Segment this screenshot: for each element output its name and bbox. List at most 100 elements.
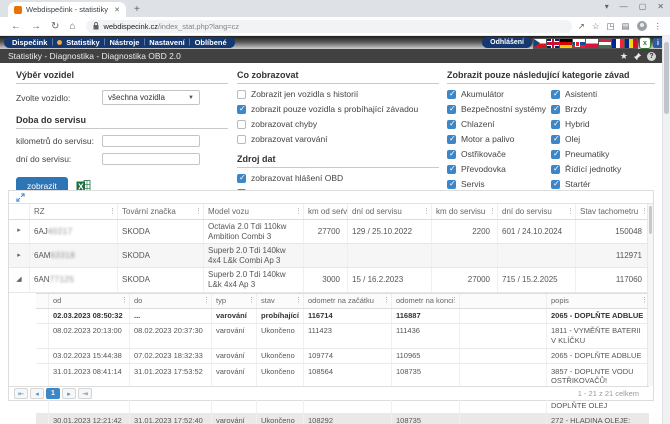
column-menu-icon[interactable]: ⋮ [451, 296, 458, 304]
checkbox-row[interactable]: Akumulátor [447, 89, 551, 99]
expand-grid-icon[interactable] [16, 193, 25, 202]
browser-scrollbar-thumb[interactable] [664, 42, 669, 114]
detail-col-popis[interactable]: popis⋮ [546, 294, 649, 308]
pager-page-1[interactable]: 1 [46, 388, 60, 399]
detail-col-od[interactable]: od⋮ [48, 294, 129, 308]
flag-de-icon[interactable] [560, 39, 572, 48]
expand-row-icon[interactable]: ▸ [17, 252, 21, 260]
col-header-rz[interactable]: RZ⋮ [29, 204, 117, 219]
vehicle-row[interactable]: ▸ 6AM63318 SKODA Superb 2.0 Tdi 140kw 4x… [9, 244, 649, 268]
pager-next-icon[interactable]: ▸ [62, 388, 76, 399]
detail-col-odo-start[interactable]: odometr na začátku⋮ [303, 294, 391, 308]
browser-scrollbar[interactable] [662, 36, 670, 424]
pin-icon[interactable] [633, 52, 642, 61]
checkbox[interactable] [237, 90, 246, 99]
close-window-icon[interactable]: ✕ [657, 2, 664, 11]
checkbox-row[interactable]: Hybrid [551, 119, 655, 129]
fault-row[interactable]: 08.02.2023 20:13:00 08.02.2023 20:37:30 … [36, 324, 649, 349]
col-header-model-vozu[interactable]: Model vozu⋮ [203, 204, 303, 219]
flag-hu-icon[interactable] [599, 39, 611, 48]
fault-row[interactable]: 02.03.2023 08:50:32 ... varování probíha… [36, 309, 649, 324]
tab-search-icon[interactable]: ▾ [605, 2, 609, 11]
checkbox[interactable] [237, 174, 246, 183]
checkbox[interactable] [237, 135, 246, 144]
refresh-icon[interactable]: ↻ [51, 21, 59, 32]
detail-col-do[interactable]: do⋮ [129, 294, 211, 308]
column-menu-icon[interactable]: ⋮ [295, 296, 302, 304]
checkbox[interactable] [447, 105, 456, 114]
checkbox[interactable] [551, 150, 560, 159]
export-icon[interactable]: x [640, 38, 650, 48]
bookmark-star-icon[interactable]: ☆ [592, 21, 600, 32]
back-icon[interactable]: ← [11, 21, 21, 32]
checkbox[interactable] [447, 90, 456, 99]
col-header-km-do-servisu[interactable]: km do servisu⋮ [431, 204, 497, 219]
flag-gb-icon[interactable] [547, 39, 559, 48]
checkbox[interactable] [551, 180, 560, 189]
checkbox[interactable] [447, 180, 456, 189]
column-menu-icon[interactable]: ⋮ [339, 207, 346, 215]
flag-pl-icon[interactable] [586, 39, 598, 48]
help-icon[interactable]: ? [647, 52, 656, 61]
checkbox[interactable] [237, 105, 246, 114]
column-menu-icon[interactable]: ⋮ [121, 296, 128, 304]
col-header-km-od-servisu[interactable]: km od servisu⋮ [303, 204, 347, 219]
flag-sk-icon[interactable] [573, 39, 585, 48]
col-header-dni-od-servisu[interactable]: dní od servisu⋮ [347, 204, 431, 219]
flag-fr-icon[interactable] [612, 39, 624, 48]
forward-icon[interactable]: → [31, 21, 41, 32]
browser-tab[interactable]: Webdispečink - statistiky ✕ [8, 2, 126, 17]
pager-first-icon[interactable]: ⇤ [14, 388, 28, 399]
favorite-star-icon[interactable]: ★ [620, 51, 628, 62]
checkbox-row[interactable]: Brzdy [551, 104, 655, 114]
tab-close-icon[interactable]: ✕ [114, 6, 120, 14]
column-menu-icon[interactable]: ⋮ [423, 207, 430, 215]
checkbox[interactable] [447, 120, 456, 129]
column-menu-icon[interactable]: ⋮ [383, 296, 390, 304]
grid-scrollbar[interactable] [647, 204, 653, 386]
menu-item-nastaveni[interactable]: Nastavení [149, 38, 184, 47]
column-menu-icon[interactable]: ⋮ [295, 207, 302, 215]
col-header-tovarni-znacka[interactable]: Tovární značka⋮ [117, 204, 203, 219]
pager-prev-icon[interactable]: ◂ [30, 388, 44, 399]
profile-avatar[interactable] [637, 21, 647, 31]
checkbox-row[interactable]: Asistenti [551, 89, 655, 99]
detail-col-typ[interactable]: typ⋮ [211, 294, 256, 308]
menu-item-statistiky[interactable]: Statistiky [66, 38, 99, 47]
checkbox[interactable] [447, 150, 456, 159]
new-tab-button[interactable]: + [134, 4, 140, 15]
days-to-service-input[interactable] [102, 153, 200, 165]
col-header-stav-tachometru[interactable]: Stav tachometru⋮ [575, 204, 649, 219]
checkbox[interactable] [551, 105, 560, 114]
menu-item-nastroje[interactable]: Nástroje [109, 38, 139, 47]
vehicle-row-expanded[interactable]: ◢ 6AN77125 SKODA Superb 2.0 Tdi 140kw L&… [9, 268, 649, 292]
pager-last-icon[interactable]: ⇥ [78, 388, 92, 399]
expand-row-icon[interactable]: ▸ [17, 227, 21, 235]
column-menu-icon[interactable]: ⋮ [248, 296, 255, 304]
checkbox-row[interactable]: Bezpečnostní systémy [447, 104, 551, 114]
column-menu-icon[interactable]: ⋮ [195, 207, 202, 215]
flag-cz-icon[interactable] [534, 39, 546, 48]
grid-scrollbar-thumb[interactable] [649, 206, 652, 234]
logout-button[interactable]: Odhlášení [482, 37, 532, 48]
checkbox[interactable] [551, 120, 560, 129]
column-menu-icon[interactable]: ⋮ [567, 207, 574, 215]
checkbox-row[interactable]: Řídící jednotky [551, 164, 655, 174]
column-menu-icon[interactable]: ⋮ [203, 296, 210, 304]
checkbox-row[interactable]: Olej [551, 134, 655, 144]
checkbox-row[interactable]: Ostřikovače [447, 149, 551, 159]
col-header-dni-do-servisu[interactable]: dní do servisu⋮ [497, 204, 575, 219]
checkbox[interactable] [447, 135, 456, 144]
url-field[interactable]: webdispecink.cz/index_stat.php?lang=cz [86, 20, 571, 33]
vehicle-select[interactable]: všechna vozidla ▼ [102, 90, 200, 105]
checkbox[interactable] [551, 165, 560, 174]
checkbox-row[interactable]: Převodovka [447, 164, 551, 174]
home-icon[interactable]: ⌂ [69, 21, 75, 32]
menu-item-oblibene[interactable]: Oblíbené [195, 38, 227, 47]
detail-col-stav[interactable]: stav⋮ [256, 294, 303, 308]
minimize-icon[interactable]: — [620, 2, 628, 11]
share-icon[interactable]: ↗ [578, 21, 585, 32]
checkbox-row[interactable]: Pneumatiky [551, 149, 655, 159]
extensions-icon[interactable]: ◳ [606, 21, 614, 32]
checkbox-row[interactable]: Motor a palivo [447, 134, 551, 144]
